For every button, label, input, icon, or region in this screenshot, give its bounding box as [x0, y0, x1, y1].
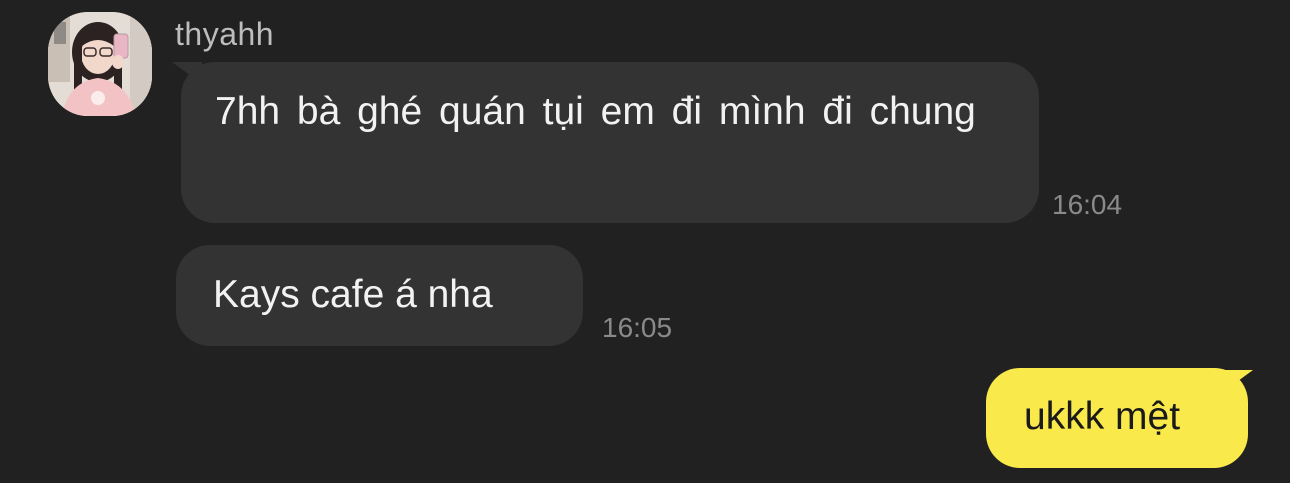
message-text: Kays cafe á nha [213, 273, 493, 316]
chat-room: thyahh 7hh bà ghé quán tụi em đi mình đi… [0, 0, 1290, 483]
profile-photo-icon [48, 12, 152, 116]
message-text: ukkk mệt [1024, 395, 1181, 438]
contact-avatar[interactable] [48, 12, 152, 116]
bubble-tail [1223, 370, 1253, 392]
outgoing-message-bubble[interactable]: ukkk mệt [986, 368, 1253, 468]
sender-name: thyahh [175, 16, 275, 52]
message-timestamp: 16:05 [602, 312, 673, 343]
message-timestamp: 16:04 [1052, 189, 1123, 220]
bubble-tail [172, 62, 202, 84]
incoming-message-bubble[interactable]: 7hh bà ghé quán tụi em đi mình đi chung [172, 62, 1039, 223]
incoming-message-bubble[interactable]: Kays cafe á nha [176, 245, 583, 346]
message-text: 7hh bà ghé quán tụi em đi mình đi chung [215, 90, 976, 133]
